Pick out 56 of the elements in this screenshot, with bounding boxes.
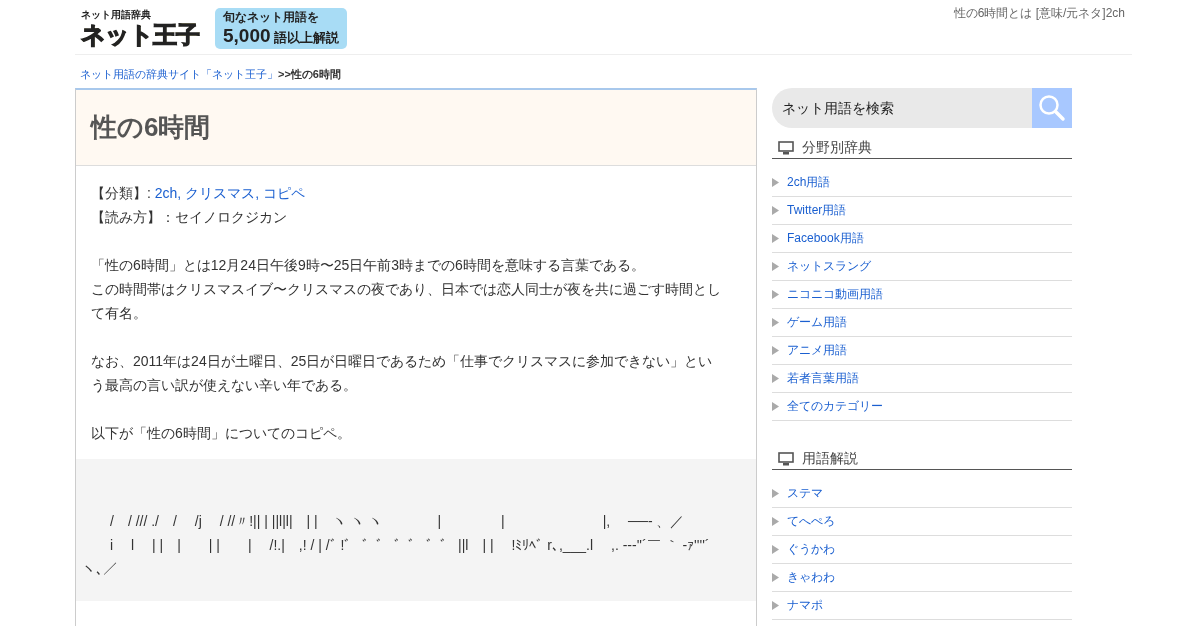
bubble-text: 旬なネット用語を <box>223 10 320 25</box>
page-heading: 性の6時間とは [意味/元ネタ]2ch <box>953 5 1125 22</box>
category-link[interactable]: ステマ <box>787 485 823 502</box>
section-heading: 用語解説 <box>802 450 858 468</box>
logo-subtitle: ネット用語辞典 <box>81 9 152 21</box>
breadcrumb-link[interactable]: ネット用語の辞典サイト「ネット王子」 <box>80 68 278 80</box>
category-link[interactable]: ナマポ <box>787 597 823 614</box>
category-link[interactable]: クリスマス <box>185 185 256 201</box>
search-field[interactable]: ネット用語を検索 <box>772 88 1032 128</box>
triangle-icon <box>772 346 779 355</box>
section-heading: 分野別辞典 <box>802 139 872 157</box>
separator-text: , <box>255 185 261 201</box>
triangle-icon <box>772 290 779 299</box>
category-link[interactable]: アニメ用語 <box>787 342 847 359</box>
bubble-number: 5,000 <box>223 25 271 46</box>
category-label: 【分類】: <box>91 185 152 201</box>
paragraph: 「性の6時間」とは12月24日午後9時〜25日午前3時までの6時間を意味する言葉である。 <box>91 256 646 275</box>
category-link[interactable]: ネットスラング <box>787 258 871 275</box>
ascii-art-line: / / /// ./ / /j / //〃!|| | ||l|l| | | ヽ ヽ ヽ | | |, ──‐ 、／ <box>109 512 686 531</box>
triangle-icon <box>772 262 779 271</box>
triangle-icon <box>772 601 779 610</box>
triangle-icon <box>772 206 779 215</box>
category-link[interactable]: 全てのカテゴリー <box>787 398 883 415</box>
breadcrumb-current: >>性の6時間 <box>278 68 341 80</box>
separator-text: , <box>177 185 183 201</box>
paragraph: 以下が「性の6時間」についてのコピペ。 <box>91 424 352 443</box>
triangle-icon <box>772 234 779 243</box>
logo-title[interactable]: ネット王子 <box>81 21 199 49</box>
paragraph: この時間帯はクリスマスイブ〜クリスマスの夜であり、日本では恋人同士が夜を共に過ごす時間として有名。 <box>91 280 722 323</box>
category-link[interactable]: Twitter用語 <box>787 202 847 219</box>
monitor-icon <box>778 140 794 156</box>
search-button[interactable] <box>1032 88 1072 128</box>
category-link[interactable]: 2ch用語 <box>787 174 831 191</box>
category-link[interactable]: きゃわわ <box>787 569 835 586</box>
reading-text: 【読み方】：セイノロクジカン <box>91 208 288 227</box>
triangle-icon <box>772 318 779 327</box>
triangle-icon <box>772 573 779 582</box>
paragraph: なお、2011年は24日が土曜日、25日が日曜日であるため「仕事でクリスマスに参加できない」という最高の言い訳が使えない辛い年である。 <box>91 352 714 395</box>
triangle-icon <box>772 517 779 526</box>
category-link[interactable]: Facebook用語 <box>787 230 864 247</box>
monitor-icon <box>778 451 794 467</box>
search-icon <box>1038 94 1066 122</box>
category-link[interactable]: 若者言葉用語 <box>787 370 859 387</box>
category-link[interactable]: コピペ <box>262 185 305 201</box>
category-link[interactable]: てへぺろ <box>787 513 835 530</box>
triangle-icon <box>772 545 779 554</box>
bubble-text: 語以上解説 <box>273 29 339 47</box>
triangle-icon <box>772 374 779 383</box>
triangle-icon <box>772 178 779 187</box>
article-title: 性の6時間 <box>91 111 211 144</box>
ascii-art-line: i l | | | | | | /!.| ,! / | /ﾞ !゛ ゛゛ ゛゛ ゛゛ ||l | | !ﾐﾘﾍﾞ r､,___.l ,. --‐''´￣ ｀ -ｧ''''´ ヽ､／ <box>82 536 711 579</box>
category-link[interactable]: ぐうかわ <box>787 541 835 558</box>
triangle-icon <box>772 489 779 498</box>
triangle-icon <box>772 402 779 411</box>
category-link[interactable]: ゲーム用語 <box>787 314 847 331</box>
category-link[interactable]: ニコニコ動画用語 <box>787 286 883 303</box>
